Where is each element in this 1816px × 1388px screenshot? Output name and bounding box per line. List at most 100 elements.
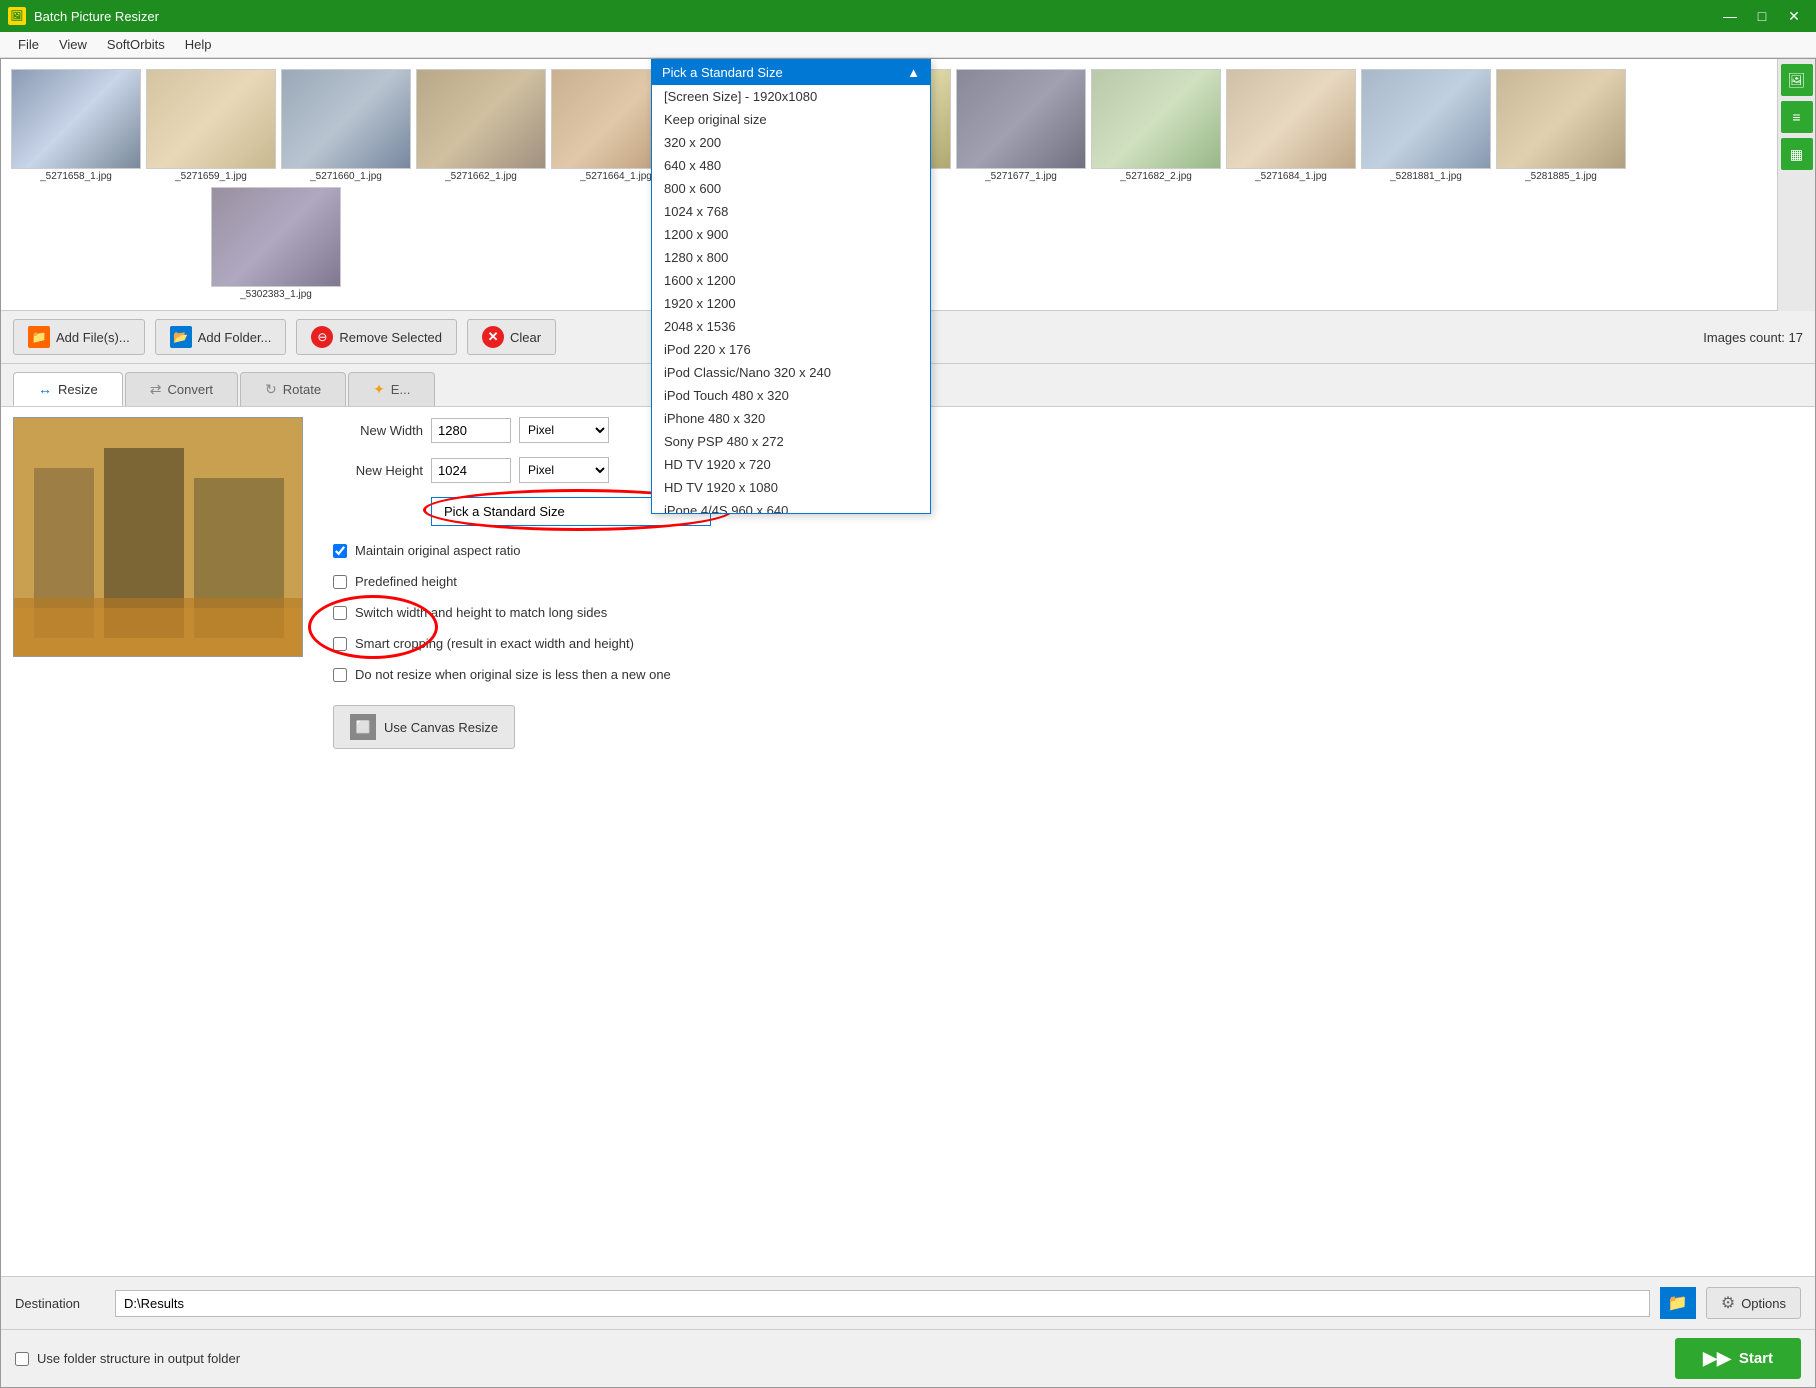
tab-enhance[interactable]: ✦ E... [348, 372, 435, 406]
dropdown-item-screen[interactable]: [Screen Size] - 1920x1080 [652, 85, 930, 108]
dropdown-item-hd720[interactable]: HD TV 1920 x 720 [652, 453, 930, 476]
list-item[interactable]: _5271662_1.jpg [416, 69, 546, 182]
gallery-image [1361, 69, 1491, 169]
height-unit-select[interactable]: Pixel Percent [519, 457, 609, 483]
new-width-input[interactable] [431, 418, 511, 443]
resize-icon: ↔ [38, 381, 52, 397]
start-icon: ▶▶ [1703, 1348, 1731, 1369]
canvas-resize-button[interactable]: ⬜ Use Canvas Resize [333, 705, 515, 749]
gear-icon: ⚙ [1721, 1293, 1735, 1313]
dropdown-item-800x600[interactable]: 800 x 600 [652, 177, 930, 200]
dropdown-item-1280x800[interactable]: 1280 x 800 [652, 246, 930, 269]
width-unit-select[interactable]: Pixel Percent [519, 417, 609, 443]
close-button[interactable]: ✕ [1780, 4, 1808, 28]
dropdown-item-1024x768[interactable]: 1024 x 768 [652, 200, 930, 223]
preview-image [13, 417, 303, 657]
destination-browse-button[interactable]: 📁 [1660, 1287, 1696, 1319]
start-button[interactable]: ▶▶ Start [1675, 1338, 1801, 1379]
gallery-image [211, 187, 341, 287]
dropdown-item-1600x1200[interactable]: 1600 x 1200 [652, 269, 930, 292]
add-folder-label: Add Folder... [198, 330, 272, 345]
dropdown-item-iphone4[interactable]: iPone 4/4S 960 x 640 [652, 499, 930, 514]
image-label: _5302383_1.jpg [240, 289, 312, 300]
sidebar-gallery-icon[interactable]: 🖼 [1781, 64, 1813, 96]
list-item[interactable]: _5281881_1.jpg [1361, 69, 1491, 182]
options-button[interactable]: ⚙ Options [1706, 1287, 1801, 1319]
list-item[interactable]: _5302383_1.jpg [211, 187, 341, 300]
dropdown-item-320x200[interactable]: 320 x 200 [652, 131, 930, 154]
start-label: Start [1739, 1350, 1773, 1367]
smart-crop-row: Smart cropping (result in exact width an… [333, 636, 1803, 651]
maintain-aspect-checkbox[interactable] [333, 544, 347, 558]
dropdown-item-640x480[interactable]: 640 x 480 [652, 154, 930, 177]
sidebar-grid-icon[interactable]: ▦ [1781, 138, 1813, 170]
predefined-height-row: Predefined height [333, 574, 1803, 589]
tab-rotate[interactable]: ↻ Rotate [240, 372, 346, 406]
dropdown-title: Pick a Standard Size [662, 65, 783, 80]
remove-selected-label: Remove Selected [339, 330, 442, 345]
dropdown-item-1200x900[interactable]: 1200 x 900 [652, 223, 930, 246]
image-label: _5271662_1.jpg [445, 171, 517, 182]
list-item[interactable]: _5271677_1.jpg [956, 69, 1086, 182]
remove-selected-button[interactable]: ⊖ Remove Selected [296, 319, 457, 355]
destination-row: Destination 📁 ⚙ Options [1, 1276, 1815, 1329]
maximize-button[interactable]: □ [1748, 4, 1776, 28]
gallery-image [1496, 69, 1626, 169]
list-item[interactable]: _5271682_2.jpg [1091, 69, 1221, 182]
new-width-label: New Width [333, 423, 423, 438]
new-height-row: New Height Pixel Percent [333, 457, 1803, 483]
dropdown-item-2048x1536[interactable]: 2048 x 1536 [652, 315, 930, 338]
title-bar-left: 🖼 Batch Picture Resizer [8, 7, 159, 25]
gallery-image [1226, 69, 1356, 169]
gallery-image [1091, 69, 1221, 169]
no-resize-checkbox[interactable] [333, 668, 347, 682]
gallery-image [416, 69, 546, 169]
clear-button[interactable]: ✕ Clear [467, 319, 556, 355]
convert-icon: ⇄ [150, 381, 162, 398]
tab-enhance-label: E... [391, 382, 411, 397]
menu-view[interactable]: View [49, 34, 97, 55]
menu-softorbits[interactable]: SoftOrbits [97, 34, 175, 55]
list-item[interactable]: _5271659_1.jpg [146, 69, 276, 182]
dropdown-scroll-indicator: ▲ [907, 65, 920, 80]
maintain-aspect-row: Maintain original aspect ratio [333, 543, 1803, 558]
dropdown-item-ipod-touch[interactable]: iPod Touch 480 x 320 [652, 384, 930, 407]
dropdown-item-psp[interactable]: Sony PSP 480 x 272 [652, 430, 930, 453]
menu-file[interactable]: File [8, 34, 49, 55]
new-height-input[interactable] [431, 458, 511, 483]
dropdown-item-iphone[interactable]: iPhone 480 x 320 [652, 407, 930, 430]
controls-panel: New Width Pixel Percent New Height Pixel… [333, 417, 1803, 1266]
add-folder-icon: 📂 [170, 326, 192, 348]
dropdown-item-hd1080[interactable]: HD TV 1920 x 1080 [652, 476, 930, 499]
switch-wh-label: Switch width and height to match long si… [355, 605, 607, 620]
list-item[interactable]: _5271684_1.jpg [1226, 69, 1356, 182]
destination-input[interactable] [115, 1290, 1650, 1317]
tab-convert[interactable]: ⇄ Convert [125, 372, 238, 406]
dropdown-item-ipod[interactable]: iPod 220 x 176 [652, 338, 930, 361]
list-item[interactable]: _5271658_1.jpg [11, 69, 141, 182]
tab-resize[interactable]: ↔ Resize [13, 372, 123, 406]
image-label: _5281881_1.jpg [1390, 171, 1462, 182]
standard-size-dropdown[interactable]: Pick a Standard Size ▲ [Screen Size] - 1… [651, 59, 931, 514]
dropdown-item-1920x1200[interactable]: 1920 x 1200 [652, 292, 930, 315]
gallery-image [956, 69, 1086, 169]
smart-crop-checkbox[interactable] [333, 637, 347, 651]
dropdown-item-original[interactable]: Keep original size [652, 108, 930, 131]
browse-icon: 📁 [1668, 1293, 1688, 1313]
predefined-height-checkbox[interactable] [333, 575, 347, 589]
minimize-button[interactable]: — [1716, 4, 1744, 28]
folder-structure-checkbox[interactable] [15, 1352, 29, 1366]
sidebar-list-icon[interactable]: ≡ [1781, 101, 1813, 133]
menu-help[interactable]: Help [175, 34, 222, 55]
image-label: _5271684_1.jpg [1255, 171, 1327, 182]
right-sidebar: 🖼 ≡ ▦ [1777, 59, 1815, 311]
images-count: Images count: 17 [1703, 330, 1803, 345]
smart-crop-label: Smart cropping (result in exact width an… [355, 636, 634, 651]
dropdown-item-ipod-classic[interactable]: iPod Classic/Nano 320 x 240 [652, 361, 930, 384]
list-item[interactable]: _5281885_1.jpg [1496, 69, 1626, 182]
title-bar-controls: — □ ✕ [1716, 4, 1808, 28]
add-files-button[interactable]: 📁 Add File(s)... [13, 319, 145, 355]
switch-wh-checkbox[interactable] [333, 606, 347, 620]
add-folder-button[interactable]: 📂 Add Folder... [155, 319, 287, 355]
list-item[interactable]: _5271660_1.jpg [281, 69, 411, 182]
